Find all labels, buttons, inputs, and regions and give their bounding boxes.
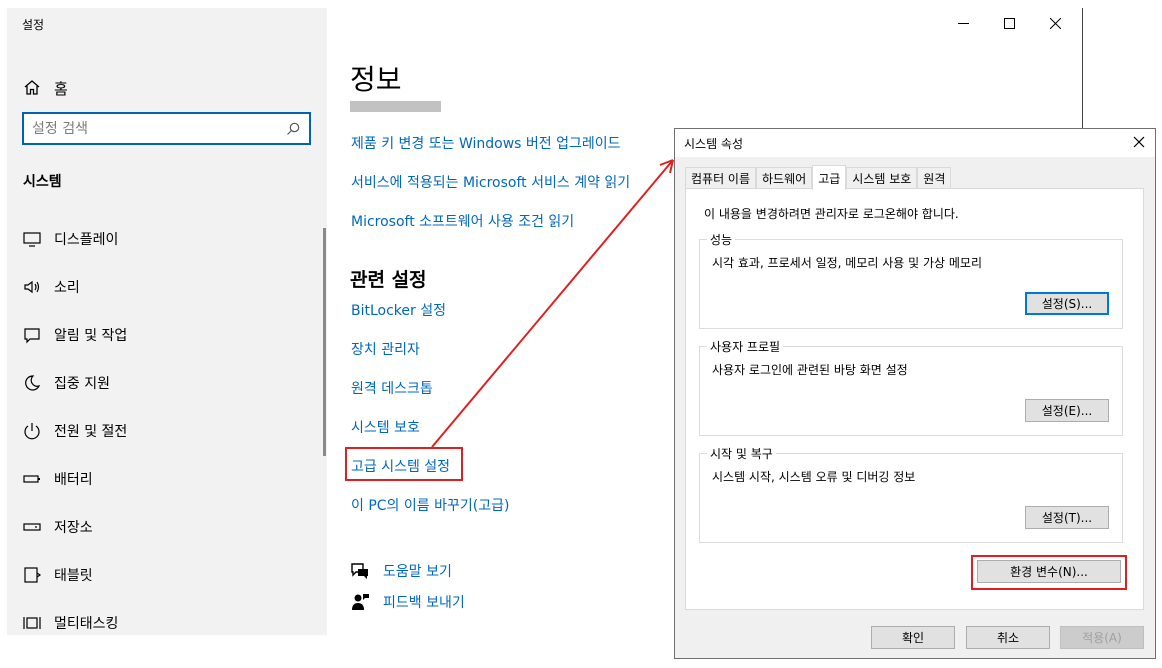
close-button[interactable] bbox=[1032, 8, 1078, 38]
sidebar-item-storage[interactable]: 저장소 bbox=[22, 503, 322, 551]
dialog-tabs: 컴퓨터 이름 하드웨어 고급 시스템 보호 원격 bbox=[685, 165, 952, 190]
sidebar-item-power[interactable]: 전원 및 절전 bbox=[22, 407, 322, 455]
sidebar-scrollbar[interactable] bbox=[323, 228, 326, 456]
sidebar-item-focus[interactable]: 집중 지원 bbox=[22, 359, 322, 407]
admin-note: 이 내용을 변경하려면 관리자로 로그온해야 합니다. bbox=[704, 207, 959, 221]
sidebar-item-label: 전원 및 절전 bbox=[54, 424, 128, 440]
sidebar-item-label: 알림 및 작업 bbox=[54, 328, 128, 344]
sidebar-item-label: 배터리 bbox=[54, 472, 93, 488]
related-settings-heading: 관련 설정 bbox=[350, 269, 427, 291]
apply-button[interactable]: 적용(A) bbox=[1060, 626, 1144, 649]
get-help-link[interactable]: 도움말 보기 bbox=[350, 561, 452, 581]
feedback-person-icon bbox=[350, 592, 370, 612]
environment-variables-button[interactable]: 환경 변수(N)... bbox=[977, 560, 1121, 583]
search-box[interactable] bbox=[22, 112, 311, 145]
tab-system-protection[interactable]: 시스템 보호 bbox=[846, 167, 918, 189]
app-title: 설정 bbox=[22, 18, 45, 32]
moon-icon bbox=[22, 373, 42, 393]
highlight-advanced-settings bbox=[345, 447, 463, 481]
link-device-manager[interactable]: 장치 관리자 bbox=[351, 339, 420, 359]
sidebar-item-label: 소리 bbox=[54, 280, 80, 296]
link-license-terms[interactable]: Microsoft 소프트웨어 사용 조건 읽기 bbox=[351, 211, 574, 231]
advanced-tab-panel: 이 내용을 변경하려면 관리자로 로그온해야 합니다. 성능 시각 효과, 프로… bbox=[685, 188, 1144, 610]
tab-hardware[interactable]: 하드웨어 bbox=[756, 167, 813, 189]
storage-icon bbox=[22, 517, 42, 537]
system-properties-dialog: 시스템 속성 컴퓨터 이름 하드웨어 고급 시스템 보호 원격 이 내용을 변경… bbox=[674, 128, 1156, 659]
group-label: 사용자 프로필 bbox=[707, 338, 784, 355]
tab-advanced[interactable]: 고급 bbox=[812, 165, 847, 190]
close-icon bbox=[1049, 17, 1061, 29]
group-label: 성능 bbox=[707, 231, 736, 248]
link-system-protection[interactable]: 시스템 보호 bbox=[351, 417, 420, 437]
link-rename-pc[interactable]: 이 PC의 이름 바꾸기(고급) bbox=[351, 495, 509, 515]
sidebar-item-label: 멀티태스킹 bbox=[54, 616, 119, 632]
info-placeholder-bar bbox=[350, 101, 441, 112]
sidebar-item-notifications[interactable]: 알림 및 작업 bbox=[22, 311, 322, 359]
nav-home[interactable]: 홈 bbox=[22, 74, 312, 102]
minimize-icon bbox=[957, 22, 969, 24]
sidebar-item-battery[interactable]: 배터리 bbox=[22, 455, 322, 503]
sidebar-item-multitasking[interactable]: 멀티태스킹 bbox=[22, 599, 322, 647]
battery-icon bbox=[22, 469, 42, 489]
display-icon bbox=[22, 229, 42, 249]
user-profiles-group: 사용자 프로필 사용자 로그인에 관련된 바탕 화면 설정 설정(E)... bbox=[699, 338, 1123, 436]
tablet-icon bbox=[22, 565, 42, 585]
sidebar-item-display[interactable]: 디스플레이 bbox=[22, 215, 322, 263]
feedback-link[interactable]: 피드백 보내기 bbox=[350, 592, 465, 612]
sidebar: 설정 홈 시스템 디스플레이 소리 알림 및 bbox=[7, 8, 327, 635]
sidebar-item-label: 저장소 bbox=[54, 520, 93, 536]
performance-settings-button[interactable]: 설정(S)... bbox=[1025, 292, 1109, 315]
link-remote-desktop[interactable]: 원격 데스크톱 bbox=[351, 378, 433, 398]
sidebar-item-label: 디스플레이 bbox=[54, 232, 119, 248]
tab-computer-name[interactable]: 컴퓨터 이름 bbox=[685, 167, 757, 189]
user-profiles-settings-button[interactable]: 설정(E)... bbox=[1025, 399, 1109, 422]
power-icon bbox=[22, 421, 42, 441]
startup-recovery-group: 시작 및 복구 시스템 시작, 시스템 오류 및 디버깅 정보 설정(T)... bbox=[699, 445, 1123, 543]
dialog-title: 시스템 속성 bbox=[684, 137, 744, 151]
maximize-button[interactable] bbox=[986, 8, 1032, 38]
sidebar-item-sound[interactable]: 소리 bbox=[22, 263, 322, 311]
link-bitlocker[interactable]: BitLocker 설정 bbox=[351, 300, 446, 320]
sidebar-item-tablet[interactable]: 태블릿 bbox=[22, 551, 322, 599]
minimize-button[interactable] bbox=[940, 8, 986, 38]
feedback-label: 피드백 보내기 bbox=[383, 595, 465, 611]
notification-icon bbox=[22, 325, 42, 345]
page-title: 정보 bbox=[350, 63, 402, 96]
tab-remote[interactable]: 원격 bbox=[917, 167, 952, 189]
window-controls bbox=[940, 8, 1080, 38]
section-title: 시스템 bbox=[23, 174, 62, 190]
multitasking-icon bbox=[22, 613, 42, 633]
sidebar-item-label: 집중 지원 bbox=[54, 376, 110, 392]
group-label: 시작 및 복구 bbox=[707, 445, 776, 462]
home-icon bbox=[22, 78, 42, 98]
maximize-icon bbox=[1003, 17, 1015, 29]
startup-recovery-settings-button[interactable]: 설정(T)... bbox=[1025, 506, 1109, 529]
link-product-key[interactable]: 제품 키 변경 또는 Windows 버전 업그레이드 bbox=[351, 133, 621, 153]
sidebar-item-label: 태블릿 bbox=[54, 568, 93, 584]
performance-group: 성능 시각 효과, 프로세서 일정, 메모리 사용 및 가상 메모리 설정(S)… bbox=[699, 231, 1123, 329]
dialog-titlebar: 시스템 속성 bbox=[675, 129, 1155, 157]
search-input[interactable] bbox=[32, 120, 285, 137]
group-description: 시각 효과, 프로세서 일정, 메모리 사용 및 가상 메모리 bbox=[712, 256, 982, 270]
search-icon[interactable] bbox=[285, 121, 301, 137]
close-icon bbox=[1133, 136, 1145, 148]
get-help-label: 도움말 보기 bbox=[383, 564, 452, 580]
help-chat-icon bbox=[350, 561, 370, 581]
ok-button[interactable]: 확인 bbox=[871, 626, 955, 649]
group-description: 사용자 로그인에 관련된 바탕 화면 설정 bbox=[712, 363, 908, 377]
group-description: 시스템 시작, 시스템 오류 및 디버깅 정보 bbox=[712, 470, 916, 484]
nav-home-label: 홈 bbox=[54, 79, 68, 98]
dialog-close-button[interactable] bbox=[1131, 134, 1147, 150]
cancel-button[interactable]: 취소 bbox=[966, 626, 1050, 649]
window-border bbox=[1082, 8, 1083, 128]
sound-icon bbox=[22, 277, 42, 297]
link-service-agreement[interactable]: 서비스에 적용되는 Microsoft 서비스 계약 읽기 bbox=[351, 172, 630, 192]
nav-list: 디스플레이 소리 알림 및 작업 집중 지원 전원 및 절전 배터리 저장소 태… bbox=[22, 215, 322, 647]
